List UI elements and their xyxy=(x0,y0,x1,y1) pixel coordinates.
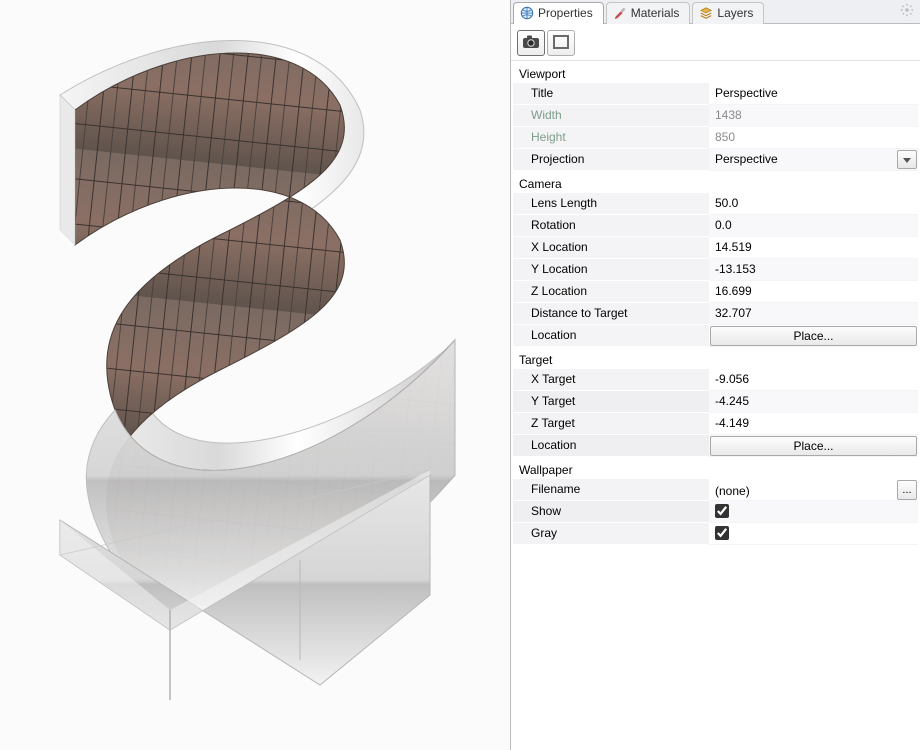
label-tar-x: X Target xyxy=(513,369,709,391)
row-tar-z: Z Target -4.149 xyxy=(513,413,918,435)
row-distance: Distance to Target 32.707 xyxy=(513,303,918,325)
label-cam-x: X Location xyxy=(513,237,709,259)
value-gray-wrap xyxy=(709,523,918,545)
layers-icon xyxy=(699,6,713,20)
row-cam-y: Y Location -13.153 xyxy=(513,259,918,281)
value-cam-y[interactable]: -13.153 xyxy=(709,259,918,281)
value-rotation[interactable]: 0.0 xyxy=(709,215,918,237)
row-width: Width 1438 xyxy=(513,105,918,127)
tab-materials-label: Materials xyxy=(631,6,680,20)
value-projection[interactable]: Perspective xyxy=(709,149,896,170)
row-projection: Projection Perspective xyxy=(513,149,918,171)
label-rotation: Rotation xyxy=(513,215,709,237)
row-cam-x: X Location 14.519 xyxy=(513,237,918,259)
value-title[interactable]: Perspective xyxy=(709,83,918,105)
row-show: Show xyxy=(513,501,918,523)
tab-layers-label: Layers xyxy=(717,6,753,20)
row-lens: Lens Length 50.0 xyxy=(513,193,918,215)
label-tar-y: Y Target xyxy=(513,391,709,413)
chevron-down-icon xyxy=(903,153,911,167)
panel-tab-bar: Properties Materials Layers xyxy=(511,0,920,24)
panel-toolbar xyxy=(511,24,920,61)
label-tar-z: Z Target xyxy=(513,413,709,435)
row-tar-y: Y Target -4.245 xyxy=(513,391,918,413)
value-projection-wrap: Perspective xyxy=(709,149,918,171)
label-show: Show xyxy=(513,501,709,523)
label-cam-y: Y Location xyxy=(513,259,709,281)
paint-tube-icon xyxy=(613,6,627,20)
show-checkbox[interactable] xyxy=(715,504,729,518)
properties-body: Viewport Title Perspective Width 1438 He… xyxy=(511,61,920,750)
section-target: Target xyxy=(513,347,918,369)
row-cam-z: Z Location 16.699 xyxy=(513,281,918,303)
value-cam-z[interactable]: 16.699 xyxy=(709,281,918,303)
value-show-wrap xyxy=(709,501,918,523)
label-filename: Filename xyxy=(513,479,709,501)
globe-icon xyxy=(520,6,534,20)
tab-properties[interactable]: Properties xyxy=(513,2,604,24)
camera-icon xyxy=(522,35,540,52)
tab-properties-label: Properties xyxy=(538,6,593,20)
value-cam-x[interactable]: 14.519 xyxy=(709,237,918,259)
value-tar-x[interactable]: -9.056 xyxy=(709,369,918,391)
label-tar-location: Location xyxy=(513,435,709,457)
label-cam-z: Z Location xyxy=(513,281,709,303)
row-tar-x: X Target -9.056 xyxy=(513,369,918,391)
row-title: Title Perspective xyxy=(513,83,918,105)
filename-browse-button[interactable]: ... xyxy=(897,480,917,500)
section-wallpaper: Wallpaper xyxy=(513,457,918,479)
target-place-button[interactable]: Place... xyxy=(710,436,917,456)
gray-checkbox[interactable] xyxy=(715,526,729,540)
viewport-canvas[interactable] xyxy=(0,0,510,750)
camera-place-button[interactable]: Place... xyxy=(710,326,917,346)
label-title: Title xyxy=(513,83,709,105)
section-viewport: Viewport xyxy=(513,61,918,83)
label-projection: Projection xyxy=(513,149,709,171)
frame-mode-button[interactable] xyxy=(547,30,575,56)
label-lens: Lens Length xyxy=(513,193,709,215)
properties-panel: Properties Materials Layers xyxy=(510,0,920,750)
tab-materials[interactable]: Materials xyxy=(606,2,691,24)
value-distance[interactable]: 32.707 xyxy=(709,303,918,325)
row-height: Height 850 xyxy=(513,127,918,149)
value-cam-location-wrap: Place... xyxy=(709,325,918,347)
row-filename: Filename (none) ... xyxy=(513,479,918,501)
value-filename-wrap: (none) ... xyxy=(709,479,918,501)
projection-dropdown-button[interactable] xyxy=(897,150,917,169)
label-width: Width xyxy=(513,105,709,127)
frame-icon xyxy=(553,35,569,52)
row-rotation: Rotation 0.0 xyxy=(513,215,918,237)
value-tar-y[interactable]: -4.245 xyxy=(709,391,918,413)
section-camera: Camera xyxy=(513,171,918,193)
label-distance: Distance to Target xyxy=(513,303,709,325)
tab-layers[interactable]: Layers xyxy=(692,2,764,24)
camera-mode-button[interactable] xyxy=(517,30,545,56)
label-height: Height xyxy=(513,127,709,149)
value-tar-z[interactable]: -4.149 xyxy=(709,413,918,435)
row-gray: Gray xyxy=(513,523,918,545)
value-lens[interactable]: 50.0 xyxy=(709,193,918,215)
label-gray: Gray xyxy=(513,523,709,545)
value-filename[interactable]: (none) xyxy=(709,481,897,498)
panel-gear-icon[interactable] xyxy=(900,3,914,20)
value-tar-location-wrap: Place... xyxy=(709,435,918,457)
label-cam-location: Location xyxy=(513,325,709,347)
value-height: 850 xyxy=(709,127,918,149)
value-width: 1438 xyxy=(709,105,918,127)
row-tar-location: Location Place... xyxy=(513,435,918,457)
row-cam-location: Location Place... xyxy=(513,325,918,347)
